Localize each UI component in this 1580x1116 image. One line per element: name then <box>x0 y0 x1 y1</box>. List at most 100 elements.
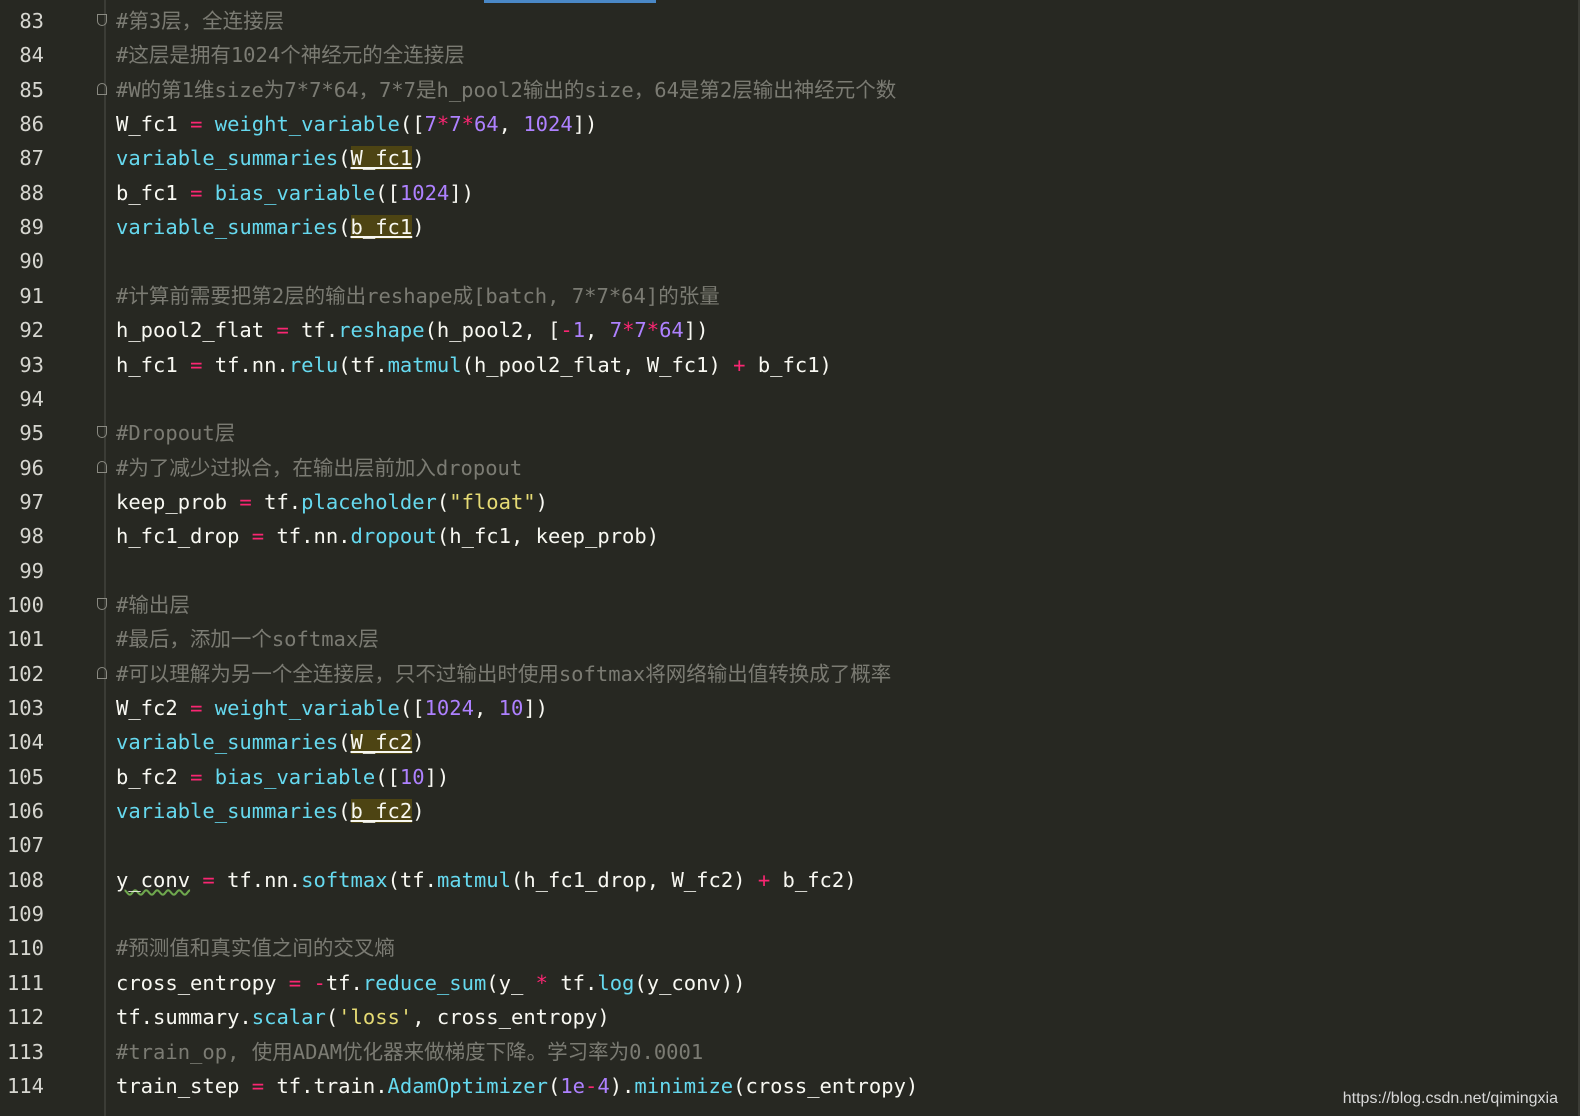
code-line[interactable]: 108 y_conv = tf.nn.softmax(tf.matmul(h_fc… <box>0 863 1578 897</box>
code-line[interactable]: 106 variable_summaries(b_fc2) <box>0 794 1578 828</box>
code-token: #可以理解为另一个全连接层，只不过输出时使用softmax将网络输出值转换成了概… <box>116 661 892 686</box>
code-line[interactable]: 87 variable_summaries(W_fc1) <box>0 141 1578 175</box>
code-line[interactable]: 100 #输出层 <box>0 588 1578 622</box>
code-line[interactable]: 103 W_fc2 = weight_variable([1024, 10]) <box>0 691 1578 725</box>
fold-marker-icon[interactable] <box>97 14 107 26</box>
code-text[interactable]: #train_op, 使用ADAM优化器来做梯度下降。学习率为0.0001 <box>116 1035 703 1069</box>
code-token: matmul <box>436 867 511 892</box>
code-line[interactable]: 111 cross_entropy = -tf.reduce_sum(y_ * t… <box>0 966 1578 1000</box>
code-text[interactable]: #Dropout层 <box>116 416 235 450</box>
code-line[interactable]: 94 <box>0 382 1578 416</box>
code-line[interactable]: 112 tf.summary.scalar('loss', cross_entro… <box>0 1000 1578 1034</box>
code-line[interactable]: 110 #预测值和真实值之间的交叉熵 <box>0 931 1578 965</box>
code-line[interactable]: 92 h_pool2_flat = tf.reshape(h_pool2, [-1… <box>0 313 1578 347</box>
code-token: ) <box>412 146 425 171</box>
code-token: = <box>190 112 203 137</box>
code-line[interactable]: 86 W_fc1 = weight_variable([7*7*64, 1024]… <box>0 107 1578 141</box>
code-text[interactable]: keep_prob = tf.placeholder("float") <box>116 485 548 519</box>
code-token: ]) <box>683 318 709 343</box>
code-line[interactable]: 84 #这层是拥有1024个神经元的全连接层 <box>0 38 1578 72</box>
code-token: * <box>461 112 474 137</box>
code-line[interactable]: 83 #第3层，全连接层 <box>0 4 1578 38</box>
code-line[interactable]: 114 train_step = tf.train.AdamOptimizer(1… <box>0 1069 1578 1103</box>
code-line[interactable]: 98 h_fc1_drop = tf.nn.dropout(h_fc1, keep… <box>0 519 1578 553</box>
code-token: y_conv <box>116 867 191 892</box>
code-line[interactable]: 105 b_fc2 = bias_variable([10]) <box>0 760 1578 794</box>
code-line[interactable]: 107 <box>0 828 1578 862</box>
code-line[interactable]: 101 #最后，添加一个softmax层 <box>0 622 1578 656</box>
code-line[interactable]: 95 #Dropout层 <box>0 416 1578 450</box>
code-text[interactable]: W_fc1 = weight_variable([7*7*64, 1024]) <box>116 107 597 141</box>
code-token: tf.summary. <box>116 1005 252 1030</box>
code-text[interactable]: #为了减少过拟合，在输出层前加入dropout <box>116 451 522 485</box>
code-text[interactable]: variable_summaries(W_fc2) <box>116 725 425 759</box>
code-text[interactable]: #可以理解为另一个全连接层，只不过输出时使用softmax将网络输出值转换成了概… <box>116 657 891 691</box>
code-token: 1024 <box>424 696 474 720</box>
code-line[interactable]: 96 #为了减少过拟合，在输出层前加入dropout <box>0 451 1578 485</box>
code-text[interactable]: tf.summary.scalar('loss', cross_entropy) <box>116 1000 610 1034</box>
code-line[interactable]: 85 #W的第1维size为7*7*64，7*7是h_pool2输出的size，6… <box>0 73 1578 107</box>
code-text[interactable]: cross_entropy = -tf.reduce_sum(y_ * tf.l… <box>116 966 746 1000</box>
code-text[interactable]: #最后，添加一个softmax层 <box>116 622 379 656</box>
code-token: #Dropout层 <box>116 421 236 446</box>
fold-marker-icon[interactable] <box>97 426 107 439</box>
code-token: relu <box>288 352 339 377</box>
code-text[interactable]: h_fc1 = tf.nn.relu(tf.matmul(h_pool2_fla… <box>116 348 832 382</box>
code-token: #预测值和真实值之间的交叉熵 <box>116 936 395 961</box>
code-token: b_fc1) <box>745 352 832 377</box>
code-text[interactable]: variable_summaries(b_fc2) <box>116 794 425 828</box>
code-line[interactable]: 104 variable_summaries(W_fc2) <box>0 725 1578 759</box>
code-token: = <box>288 970 302 995</box>
code-line[interactable]: 89 variable_summaries(b_fc1) <box>0 210 1578 244</box>
code-token: , <box>498 112 524 137</box>
code-token: ) <box>535 489 548 514</box>
code-text[interactable]: b_fc1 = bias_variable([1024]) <box>116 176 474 210</box>
code-text[interactable]: #第3层，全连接层 <box>116 4 284 38</box>
code-line[interactable]: 99 <box>0 554 1578 588</box>
code-text[interactable]: #这层是拥有1024个神经元的全连接层 <box>116 38 465 72</box>
code-text[interactable]: variable_summaries(b_fc1) <box>116 210 425 244</box>
code-token: = <box>190 764 203 789</box>
code-text[interactable]: train_step = tf.train.AdamOptimizer(1e-4… <box>116 1069 918 1103</box>
code-text[interactable]: #W的第1维size为7*7*64，7*7是h_pool2输出的size，64是… <box>116 73 896 107</box>
code-token: 7 <box>449 112 462 137</box>
code-line[interactable]: 113 #train_op, 使用ADAM优化器来做梯度下降。学习率为0.0001 <box>0 1035 1578 1069</box>
code-text[interactable]: #计算前需要把第2层的输出reshape成[batch, 7*7*64]的张量 <box>116 279 720 313</box>
code-line[interactable]: 91 #计算前需要把第2层的输出reshape成[batch, 7*7*64]的张… <box>0 279 1578 313</box>
code-token: "float" <box>449 489 536 514</box>
code-token: = <box>190 352 203 377</box>
line-number: 93 <box>19 352 44 377</box>
code-text[interactable]: #预测值和真实值之间的交叉熵 <box>116 931 395 965</box>
fold-marker-icon[interactable] <box>97 666 107 679</box>
code-line[interactable]: 109 <box>0 897 1578 931</box>
code-text[interactable]: h_pool2_flat = tf.reshape(h_pool2, [-1, … <box>116 313 708 347</box>
code-line[interactable]: 102 #可以理解为另一个全连接层，只不过输出时使用softmax将网络输出值转换… <box>0 657 1578 691</box>
code-token: weight_variable <box>214 696 400 720</box>
code-token: 10 <box>399 764 425 789</box>
line-number: 92 <box>19 318 44 343</box>
code-token: 1e <box>560 1073 586 1098</box>
code-line[interactable]: 97 keep_prob = tf.placeholder("float") <box>0 485 1578 519</box>
code-token: 'loss' <box>338 1005 413 1030</box>
code-text[interactable]: b_fc2 = bias_variable([10]) <box>116 760 449 794</box>
code-line[interactable]: 90 <box>0 244 1578 278</box>
code-token: scalar <box>251 1005 326 1030</box>
code-editor[interactable]: 83 #第3层，全连接层 84 #这层是拥有1024个神经元的全连接层 85 #W的第1维… <box>0 0 1580 1116</box>
code-line[interactable]: 93 h_fc1 = tf.nn.relu(tf.matmul(h_pool2_f… <box>0 348 1578 382</box>
code-text[interactable]: variable_summaries(W_fc1) <box>116 141 425 175</box>
code-token: (y_ <box>486 970 536 995</box>
code-text[interactable]: y_conv = tf.nn.softmax(tf.matmul(h_fc1_d… <box>116 863 857 897</box>
code-token: AdamOptimizer <box>387 1073 548 1098</box>
fold-marker-icon[interactable] <box>97 460 107 473</box>
code-text[interactable]: #输出层 <box>116 588 190 622</box>
fold-marker-icon[interactable] <box>97 82 107 95</box>
code-token: ([ <box>399 112 425 137</box>
code-line[interactable]: 88 b_fc1 = bias_variable([1024]) <box>0 176 1578 210</box>
code-token: (h_pool2, [ <box>424 318 561 343</box>
fold-marker-icon[interactable] <box>97 597 107 610</box>
code-text[interactable]: W_fc2 = weight_variable([1024, 10]) <box>116 691 548 725</box>
code-text[interactable]: h_fc1_drop = tf.nn.dropout(h_fc1, keep_p… <box>116 519 659 553</box>
